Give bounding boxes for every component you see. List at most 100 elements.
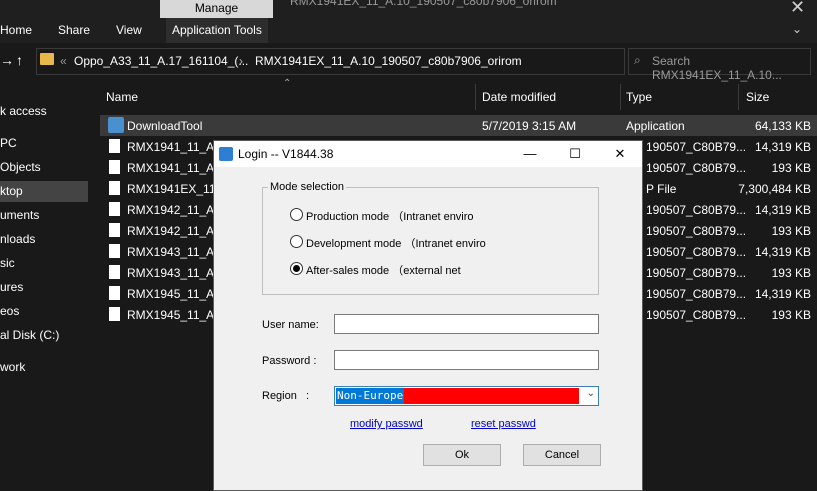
file-size: 7,300,484 KB — [738, 182, 811, 196]
file-icon — [109, 223, 120, 237]
column-divider[interactable] — [738, 84, 739, 110]
modify-password-link[interactable]: modify passwd — [350, 418, 423, 430]
column-divider[interactable] — [620, 84, 621, 110]
maximize-icon[interactable]: ☐ — [555, 143, 595, 165]
radio-development-mode[interactable] — [290, 235, 303, 248]
file-name: RMX1942_11_A.1 — [127, 224, 225, 238]
file-name: DownloadTool — [127, 119, 203, 133]
cancel-button[interactable]: Cancel — [523, 444, 601, 466]
column-header-name[interactable]: Name — [106, 90, 138, 104]
tab-share[interactable]: Share — [58, 23, 90, 37]
development-mode-label[interactable]: Development mode （Intranet enviro — [306, 235, 486, 251]
nav-this-pc[interactable]: PC — [0, 136, 17, 150]
file-type: Application — [626, 119, 685, 133]
ribbon: Home Share View Application Tools — [0, 18, 817, 43]
file-name: RMX1941_11_A.1 — [127, 161, 225, 175]
close-icon[interactable]: ✕ — [600, 143, 640, 165]
region-select[interactable]: Non-Europe ⌄ — [334, 386, 599, 406]
file-size: 193 KB — [771, 266, 811, 280]
mode-selection-label: Mode selection — [268, 181, 346, 193]
nav-documents[interactable]: uments — [0, 208, 39, 222]
file-icon — [109, 181, 120, 195]
nav-local-disk[interactable]: al Disk (C:) — [0, 328, 59, 342]
folder-icon — [40, 53, 54, 65]
column-divider[interactable] — [475, 84, 476, 110]
nav-3d-objects[interactable]: Objects — [0, 160, 41, 174]
production-mode-label[interactable]: Production mode （Intranet enviro — [306, 208, 474, 224]
file-date: 5/7/2019 3:15 AM — [482, 119, 577, 133]
explorer-close-icon[interactable]: ✕ — [790, 0, 805, 18]
nav-desktop[interactable]: ktop — [0, 184, 23, 198]
tab-home[interactable]: Home — [0, 23, 32, 37]
column-header-size[interactable]: Size — [746, 90, 769, 104]
file-size: 193 KB — [771, 161, 811, 175]
ok-button[interactable]: Ok — [423, 444, 501, 466]
file-size: 14,319 KB — [754, 287, 811, 301]
radio-production-mode[interactable] — [290, 208, 303, 221]
file-type: 190507_C80B79... — [646, 224, 747, 238]
breadcrumb-chevron-icon: › — [239, 54, 243, 68]
file-icon — [109, 265, 120, 279]
breadcrumb-parent[interactable]: Oppo_A33_11_A.17_161104_(... — [74, 54, 248, 68]
dialog-titlebar[interactable]: Login -- V1844.38 — ☐ ✕ — [214, 141, 642, 167]
file-type: 190507_C80B79... — [646, 266, 747, 280]
file-name: RMX1945_11_A.1 — [127, 308, 225, 322]
tab-application-tools[interactable]: Application Tools — [166, 18, 268, 43]
ribbon-expand-icon[interactable]: ⌄ — [792, 22, 802, 36]
file-icon — [109, 160, 120, 174]
breadcrumb-overflow-icon[interactable]: « — [60, 54, 67, 68]
forward-icon[interactable]: → — [0, 52, 14, 68]
reset-password-link[interactable]: reset passwd — [471, 418, 536, 430]
radio-after-sales-mode[interactable] — [290, 262, 303, 275]
file-type: 190507_C80B79... — [646, 308, 747, 322]
file-size: 14,319 KB — [754, 245, 811, 259]
file-icon — [109, 202, 120, 216]
file-type: 190507_C80B79... — [646, 245, 747, 259]
chevron-down-icon[interactable]: ⌄ — [587, 388, 595, 399]
nav-downloads[interactable]: nloads — [0, 232, 35, 246]
file-type: 190507_C80B79... — [646, 140, 747, 154]
file-name: RMX1942_11_A.1 — [127, 203, 225, 217]
search-icon: ⌕ — [634, 53, 641, 67]
file-icon — [109, 307, 120, 321]
password-input[interactable] — [334, 350, 599, 370]
file-icon — [109, 139, 120, 153]
radio-selected-dot — [293, 265, 300, 272]
column-header-date[interactable]: Date modified — [482, 90, 556, 104]
search-input[interactable]: Search RMX1941EX_11_A.10... — [652, 54, 817, 82]
after-sales-mode-label[interactable]: After-sales mode （external net — [306, 262, 461, 278]
sort-arrow-icon: ⌃ — [283, 78, 292, 89]
region-label: Region : — [262, 390, 310, 402]
file-icon — [109, 244, 120, 258]
region-value: Non-Europe — [336, 388, 405, 404]
file-type: P File — [646, 182, 677, 196]
nav-network[interactable]: work — [0, 360, 25, 374]
tab-view[interactable]: View — [116, 23, 142, 37]
nav-music[interactable]: sic — [0, 256, 15, 270]
file-size: 193 KB — [771, 224, 811, 238]
nav-videos[interactable]: eos — [0, 304, 19, 318]
file-size: 14,319 KB — [754, 140, 811, 154]
file-type: 190507_C80B79... — [646, 161, 747, 175]
file-size: 64,133 KB — [754, 119, 811, 133]
file-name: RMX1943_11_A.1 — [127, 266, 225, 280]
password-label: Password : — [262, 355, 317, 367]
file-icon — [109, 286, 120, 300]
application-icon — [108, 117, 124, 133]
file-type: 190507_C80B79... — [646, 203, 747, 217]
minimize-icon[interactable]: — — [510, 143, 550, 165]
file-name: RMX1945_11_A.1 — [127, 287, 225, 301]
nav-pictures[interactable]: ures — [0, 280, 23, 294]
dialog-title: Login -- V1844.38 — [238, 147, 334, 161]
column-header-type[interactable]: Type — [626, 90, 652, 104]
manage-tab[interactable]: Manage — [160, 0, 273, 19]
username-input[interactable] — [334, 314, 599, 334]
file-row[interactable]: DownloadTool 5/7/2019 3:15 AM Applicatio… — [100, 115, 817, 136]
app-icon — [219, 147, 233, 161]
file-name: RMX1943_11_A.1 — [127, 245, 225, 259]
file-size: 14,319 KB — [754, 203, 811, 217]
nav-quick-access[interactable]: k access — [0, 104, 47, 118]
up-arrow-icon[interactable]: ↑ — [16, 52, 23, 68]
breadcrumb-current[interactable]: RMX1941EX_11_A.10_190507_c80b7906_orirom — [255, 54, 522, 68]
file-name: RMX1941_11_A.1 — [127, 140, 225, 154]
